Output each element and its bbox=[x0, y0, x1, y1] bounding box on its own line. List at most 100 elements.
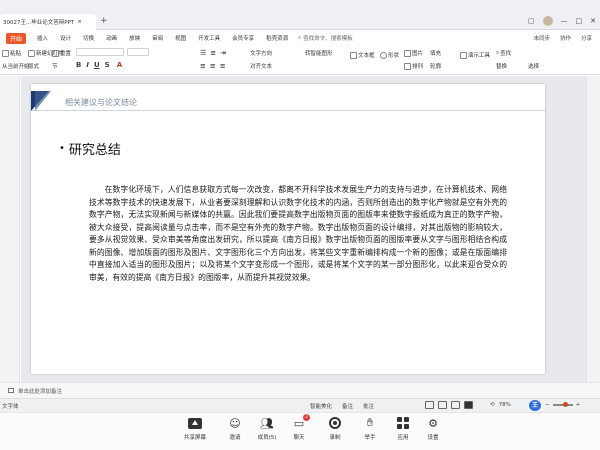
font-status: 文字体 bbox=[2, 404, 19, 410]
close-tab-icon[interactable]: × bbox=[77, 19, 82, 25]
shape-button[interactable]: 形状 bbox=[380, 51, 399, 59]
sync-status[interactable]: 未同步 bbox=[533, 34, 550, 42]
command-search[interactable]: ⌕ 查找命令、搜索模板 bbox=[298, 34, 353, 43]
normal-view-icon[interactable] bbox=[425, 401, 434, 409]
find-button[interactable]: ⌕ 查找 bbox=[496, 49, 511, 58]
invite-label: 邀请 bbox=[229, 435, 241, 441]
slide-header-accent-light bbox=[35, 91, 51, 111]
smart-beautify-button[interactable]: 智能美化 bbox=[310, 402, 332, 410]
collaborate-button[interactable]: 协作 bbox=[560, 34, 571, 42]
image-label: 图片 bbox=[412, 51, 424, 57]
arrange-button[interactable]: 排列 bbox=[404, 62, 423, 70]
record-button[interactable]: 录制 bbox=[320, 416, 350, 441]
current-slide[interactable]: 相关建议与论文结论 • 研究总结 在数字化环境下，人们信息获取方式每一次改变，都… bbox=[31, 84, 545, 374]
new-tab-button[interactable]: + bbox=[100, 16, 108, 26]
reading-view-icon[interactable] bbox=[451, 401, 460, 409]
slide-section-header[interactable]: 相关建议与论文结论 bbox=[65, 97, 137, 108]
zoom-control: − + bbox=[545, 402, 580, 408]
section-button[interactable]: 节 bbox=[52, 62, 58, 70]
fill-button[interactable]: 填充 bbox=[430, 49, 441, 57]
reset-button[interactable]: 重置 bbox=[52, 49, 71, 57]
menu-right-actions: 未同步 协作 分享 bbox=[533, 34, 592, 42]
menu-view[interactable]: 视图 bbox=[169, 34, 192, 42]
settings-button[interactable]: ⚙ 设置 bbox=[418, 416, 448, 442]
comments-button[interactable]: 批注 bbox=[363, 402, 374, 410]
from-current-button[interactable]: 从当前开始 bbox=[2, 62, 30, 70]
bold-icon[interactable]: B bbox=[76, 61, 81, 69]
zoom-out-icon[interactable]: − bbox=[545, 402, 550, 408]
replace-button[interactable]: 替换 bbox=[496, 62, 507, 70]
slide-canvas: 相关建议与论文结论 • 研究总结 在数字化环境下，人们信息获取方式每一次改变，都… bbox=[21, 76, 586, 382]
font-family-select[interactable] bbox=[76, 48, 124, 56]
select-button[interactable]: 选择 bbox=[528, 62, 539, 70]
section-label: 节 bbox=[52, 64, 58, 70]
zoom-slider-handle[interactable] bbox=[562, 402, 568, 407]
zoom-level[interactable]: 78% bbox=[499, 402, 511, 408]
document-tab[interactable]: 30027王...毕业论文答辩PPT × bbox=[0, 14, 96, 30]
chat-button[interactable]: ▭ 2 聊天 bbox=[284, 414, 314, 441]
textbox-icon bbox=[350, 51, 357, 59]
restore-icon[interactable]: ▢ bbox=[528, 17, 535, 25]
wps-assistant-icon[interactable]: 王 bbox=[529, 400, 541, 411]
slide-thumbnail-rail[interactable] bbox=[0, 76, 20, 382]
indent-icon[interactable]: ⇥ bbox=[220, 49, 226, 57]
align-text-button[interactable]: 对齐文本 bbox=[250, 62, 272, 70]
number-list-icon[interactable]: ≡ bbox=[210, 49, 216, 57]
zoom-slider[interactable] bbox=[552, 402, 573, 407]
members-button[interactable]: 👥︎ 成员(5) bbox=[252, 416, 282, 442]
fit-icon[interactable]: ⟲ bbox=[490, 402, 495, 408]
outline-button[interactable]: 轮廓 bbox=[430, 62, 441, 70]
font-color-icon[interactable]: A bbox=[117, 61, 122, 69]
slide-sorter-icon[interactable] bbox=[438, 401, 447, 409]
zoom-in-icon[interactable]: + bbox=[576, 402, 581, 408]
title-bullet: • bbox=[59, 143, 65, 154]
menu-start[interactable]: 开始 bbox=[6, 32, 27, 44]
menu-transition[interactable]: 切换 bbox=[77, 34, 100, 42]
raise-hand-button[interactable]: ✋︎ 举手 bbox=[355, 416, 385, 441]
paste-button[interactable]: 粘贴 bbox=[2, 49, 21, 57]
title-bar: 30027王...毕业论文答辩PPT × + ▢ — □ ✕ bbox=[0, 0, 600, 30]
menu-slideshow[interactable]: 放映 bbox=[123, 34, 146, 42]
menu-daoke[interactable]: 稻壳资源 bbox=[260, 34, 294, 42]
from-current-label: 从当前开始 bbox=[2, 64, 30, 70]
share-screen-icon bbox=[188, 417, 202, 429]
share-screen-button[interactable]: 共享屏幕 bbox=[180, 416, 210, 441]
apps-button[interactable]: 应用 bbox=[388, 416, 418, 441]
menu-member[interactable]: 会员专享 bbox=[226, 34, 260, 42]
apps-icon bbox=[397, 417, 409, 429]
reset-icon bbox=[52, 49, 59, 57]
smartart-button[interactable]: 转智能图形 bbox=[305, 49, 333, 57]
close-window-icon[interactable]: ✕ bbox=[590, 17, 596, 25]
strikethrough-icon[interactable]: S bbox=[105, 61, 110, 69]
presentation-tools-button[interactable]: 演示工具 bbox=[460, 51, 490, 59]
align-right-icon[interactable]: ≡ bbox=[220, 62, 226, 70]
layout-button[interactable]: 版式 bbox=[28, 62, 39, 70]
slide-body-text[interactable]: 在数字化环境下，人们信息获取方式每一次改变，都离不开科学技术发展生产力的支持与进… bbox=[89, 184, 507, 284]
notes-pane[interactable]: 单击此处添加备注 bbox=[0, 382, 600, 398]
zoom-readout: ⟲ 78% bbox=[490, 402, 511, 408]
notes-toggle-button[interactable]: 备注 bbox=[342, 402, 353, 410]
invite-button[interactable]: ☺ 邀请 bbox=[220, 416, 250, 442]
menu-insert[interactable]: 插入 bbox=[31, 34, 54, 42]
menu-review[interactable]: 审阅 bbox=[146, 34, 169, 42]
italic-icon[interactable]: I bbox=[86, 61, 89, 69]
textbox-button[interactable]: 文本框 bbox=[350, 51, 375, 59]
align-center-icon[interactable]: ≡ bbox=[210, 62, 216, 70]
play-slideshow-icon[interactable] bbox=[464, 401, 473, 409]
slide-title[interactable]: • 研究总结 bbox=[59, 139, 121, 158]
image-button[interactable]: 图片 bbox=[404, 49, 423, 57]
find-icon: ⌕ bbox=[496, 49, 500, 56]
menu-design[interactable]: 设计 bbox=[54, 34, 77, 42]
right-side-panel[interactable] bbox=[586, 76, 600, 382]
share-button[interactable]: 分享 bbox=[581, 34, 592, 42]
menu-developer[interactable]: 开发工具 bbox=[192, 34, 226, 42]
maximize-icon[interactable]: □ bbox=[576, 17, 583, 25]
align-left-icon[interactable]: ≡ bbox=[200, 62, 206, 70]
font-size-select[interactable] bbox=[127, 48, 149, 56]
bullet-list-icon[interactable]: ☰ bbox=[200, 49, 206, 57]
avatar[interactable] bbox=[542, 16, 553, 26]
menu-animation[interactable]: 动画 bbox=[100, 34, 123, 42]
underline-icon[interactable]: U bbox=[94, 61, 100, 69]
minimize-icon[interactable]: — bbox=[561, 17, 568, 25]
text-direction-button[interactable]: 文字方向 bbox=[250, 49, 272, 57]
